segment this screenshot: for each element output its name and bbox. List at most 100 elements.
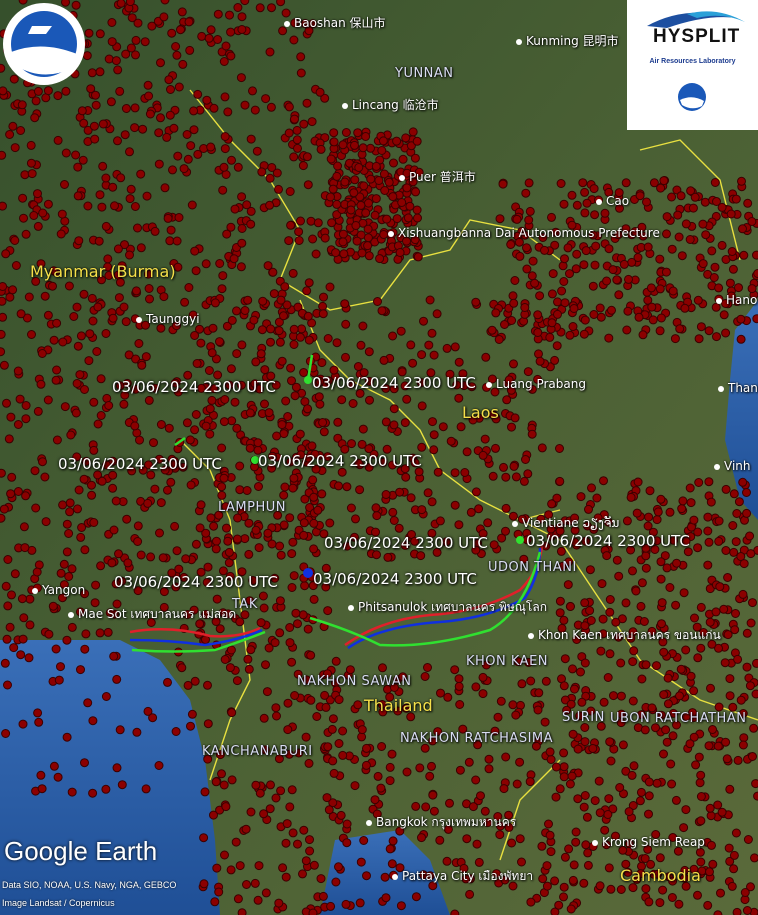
fire-hotspot	[2, 634, 12, 644]
fire-hotspot	[246, 219, 256, 229]
fire-hotspot	[206, 513, 216, 523]
trajectory-label: 03/06/2024 2300 UTC	[112, 378, 276, 396]
fire-hotspot	[56, 229, 66, 239]
fire-hotspot	[384, 177, 394, 187]
fire-hotspot	[171, 727, 181, 736]
fire-hotspot	[331, 248, 341, 258]
fire-hotspot	[308, 475, 318, 485]
fire-hotspot	[468, 802, 478, 812]
fire-hotspot	[433, 467, 443, 477]
fire-hotspot	[257, 167, 267, 177]
fire-hotspot	[186, 141, 196, 151]
fire-hotspot	[77, 106, 87, 116]
fire-hotspot	[655, 326, 665, 336]
fire-hotspot	[76, 331, 86, 341]
fire-hotspot	[604, 244, 614, 254]
fire-hotspot	[696, 792, 706, 801]
fire-hotspot	[292, 125, 302, 135]
fire-hotspot	[701, 230, 711, 240]
fire-hotspot	[342, 482, 352, 492]
fire-hotspot	[226, 645, 236, 655]
fire-hotspot	[383, 552, 393, 562]
fire-hotspot	[289, 340, 299, 349]
fire-hotspot	[40, 472, 50, 482]
fire-hotspot	[378, 136, 388, 146]
fire-hotspot	[16, 309, 26, 319]
fire-hotspot	[655, 284, 665, 294]
fire-hotspot	[225, 663, 235, 673]
fire-hotspot	[580, 598, 590, 608]
fire-hotspot	[215, 259, 225, 268]
map-view[interactable]: Myanmar (Burma) Laos Thailand Cambodia Y…	[0, 0, 758, 915]
fire-hotspot	[3, 601, 13, 611]
fire-hotspot	[221, 802, 231, 812]
fire-hotspot	[266, 780, 275, 790]
fire-hotspot	[487, 325, 497, 335]
fire-hotspot	[559, 615, 569, 625]
fire-hotspot	[79, 118, 89, 128]
fire-hotspot	[364, 251, 374, 261]
fire-hotspot	[711, 607, 721, 617]
fire-hotspot	[302, 152, 312, 162]
fire-hotspot	[285, 638, 295, 648]
fire-hotspot	[115, 725, 125, 735]
fire-hotspot	[290, 114, 299, 124]
fire-hotspot	[145, 294, 154, 304]
fire-hotspot	[646, 283, 656, 293]
fire-hotspot	[0, 347, 6, 357]
fire-hotspot	[657, 598, 667, 608]
fire-hotspot	[743, 835, 753, 844]
fire-hotspot	[605, 737, 615, 747]
fire-hotspot	[595, 303, 605, 313]
fire-hotspot	[545, 332, 555, 342]
fire-hotspot	[53, 91, 63, 101]
fire-hotspot	[281, 872, 291, 882]
fire-hotspot	[294, 227, 304, 237]
fire-hotspot	[79, 474, 89, 484]
fire-hotspot	[237, 25, 247, 34]
fire-hotspot	[361, 208, 371, 218]
fire-hotspot	[499, 462, 508, 472]
fire-hotspot	[679, 588, 689, 598]
fire-hotspot	[478, 689, 488, 699]
fire-hotspot	[163, 485, 172, 495]
fire-hotspot	[378, 663, 387, 673]
fire-hotspot	[84, 356, 94, 366]
fire-hotspot	[438, 422, 448, 432]
fire-hotspot	[94, 236, 104, 246]
fire-hotspot	[569, 304, 579, 313]
fire-hotspot	[732, 509, 742, 518]
fire-hotspot	[339, 249, 349, 259]
fire-hotspot	[101, 221, 111, 231]
fire-hotspot	[558, 261, 568, 271]
fire-hotspot	[559, 772, 569, 782]
fire-hotspot	[48, 281, 57, 291]
fire-hotspot	[85, 329, 95, 339]
fire-hotspot	[530, 278, 540, 288]
fire-hotspot	[174, 82, 184, 92]
fire-hotspot	[717, 202, 727, 212]
fire-hotspot	[714, 536, 724, 546]
fire-hotspot	[626, 492, 636, 502]
fire-hotspot	[245, 408, 255, 418]
fire-hotspot	[599, 476, 608, 486]
fire-hotspot	[244, 664, 254, 674]
fire-hotspot	[95, 29, 105, 39]
fire-hotspot	[104, 401, 114, 410]
fire-hotspot	[359, 836, 369, 845]
fire-hotspot	[544, 819, 553, 829]
fire-hotspot	[590, 260, 600, 270]
fire-hotspot	[512, 779, 522, 789]
fire-hotspot	[88, 316, 98, 326]
fire-hotspot	[714, 283, 724, 293]
fire-hotspot	[325, 282, 335, 292]
fire-hotspot	[633, 253, 643, 262]
fire-hotspot	[742, 662, 752, 672]
fire-hotspot	[174, 564, 184, 574]
fire-hotspot	[659, 690, 669, 700]
province-label-nakhon-sawan: NAKHON SAWAN	[297, 674, 412, 689]
fire-hotspot	[738, 224, 747, 234]
fire-hotspot	[116, 173, 126, 183]
fire-hotspot	[748, 598, 757, 608]
fire-hotspot	[402, 183, 412, 193]
